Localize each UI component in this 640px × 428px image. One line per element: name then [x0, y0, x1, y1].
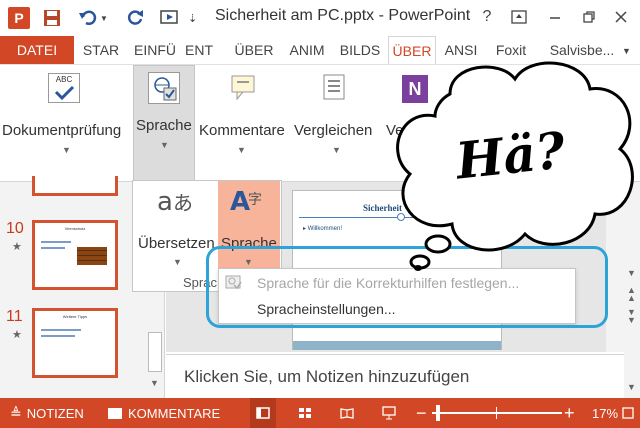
slide-thumbnail-11[interactable]: Weitere Tipps: [32, 308, 118, 378]
zoom-slider-center-mark: [496, 407, 497, 419]
zoom-slider[interactable]: [432, 412, 562, 414]
brick-wall-image: [77, 247, 107, 265]
slide-thumbnail-title: Virenschutz: [64, 226, 86, 231]
tab-start[interactable]: STAR: [78, 36, 124, 64]
redo-icon[interactable]: [124, 6, 148, 30]
slide-sorter-button[interactable]: [294, 398, 316, 428]
slide-thumbnail-9[interactable]: [32, 176, 118, 196]
spelling-check-icon: ABC: [48, 73, 80, 103]
comment-icon: [229, 73, 259, 101]
comment-status-icon: [108, 407, 122, 419]
zoom-in-icon[interactable]: +: [564, 398, 575, 428]
vergleichen-button[interactable]: Vergleichen ▼: [292, 71, 382, 157]
dokumentpruefung-chevron-icon: ▼: [62, 145, 71, 155]
tab-entwurf[interactable]: ENT: [182, 36, 216, 64]
scroll-down-icon[interactable]: ▼: [150, 378, 159, 388]
kommentare-button[interactable]: Kommentare ▼: [197, 71, 289, 157]
reading-view-button[interactable]: [336, 398, 358, 428]
kommentare-status-label: KOMMENTARE: [128, 405, 221, 421]
normal-view-button[interactable]: [250, 398, 276, 428]
undo-icon[interactable]: [76, 6, 100, 30]
fit-slide-icon[interactable]: [622, 398, 634, 428]
notes-scroll-down-icon[interactable]: ▼: [627, 382, 636, 392]
bubble-text: Hä?: [453, 120, 568, 191]
notizen-button[interactable]: ≜ NOTIZEN: [10, 398, 84, 428]
animation-star-icon: ★: [12, 241, 22, 253]
kommentare-status-button[interactable]: KOMMENTARE: [108, 398, 220, 428]
notizen-label: NOTIZEN: [26, 405, 84, 421]
sprache-chevron-icon: ▼: [160, 140, 169, 150]
slide-preview-bullet: ▸ Willkommen!: [303, 226, 343, 232]
animation-star-icon: ★: [12, 329, 22, 341]
sprache-label: Sprache: [136, 117, 192, 134]
status-bar: ≜ NOTIZEN KOMMENTARE − + 17%: [0, 398, 640, 428]
vergleichen-chevron-icon: ▼: [332, 145, 341, 155]
minimize-icon[interactable]: [544, 6, 566, 28]
tab-uebergaenge[interactable]: ÜBER: [232, 36, 276, 64]
notes-pane[interactable]: Klicken Sie, um Notizen hinzuzufügen: [166, 354, 624, 398]
zoom-slider-thumb[interactable]: [436, 405, 440, 421]
notes-placeholder: Klicken Sie, um Notizen hinzuzufügen: [184, 367, 470, 386]
translate-icon: aあ: [157, 187, 193, 217]
vergleichen-label: Vergleichen: [294, 122, 373, 139]
slide-thumbnail-10[interactable]: Virenschutz: [32, 220, 118, 290]
kommentare-label: Kommentare: [199, 122, 285, 139]
powerpoint-logo-icon: P: [8, 7, 30, 29]
kommentare-chevron-icon: ▼: [237, 145, 246, 155]
dokumentpruefung-button[interactable]: ABC Dokumentprüfung ▼: [2, 71, 132, 157]
restore-icon[interactable]: [578, 6, 600, 28]
close-icon[interactable]: [610, 6, 632, 28]
uebersetzen-label: Übersetzen: [138, 235, 215, 252]
tab-einfuegen[interactable]: EINFÜ: [130, 36, 180, 64]
slide-thumbnail-title: Weitere Tipps: [62, 314, 88, 319]
title-bar: P ▼ ⇣ Sicherheit am PC.pptx - PowerPoint…: [0, 0, 640, 36]
sprache-button[interactable]: Sprache ▼: [133, 65, 195, 182]
uebersetzen-chevron-icon: ▼: [173, 257, 182, 267]
language-a-icon: A字: [230, 187, 262, 217]
slide-number: 11: [6, 308, 23, 325]
slideshow-icon[interactable]: [158, 6, 182, 30]
compare-icon: [320, 73, 350, 103]
undo-dropdown-icon[interactable]: ▼: [100, 14, 108, 23]
window-title: Sicherheit am PC.pptx - PowerPoint: [215, 7, 471, 24]
tab-bildschirmpraesentation[interactable]: BILDS: [336, 36, 384, 64]
notes-icon: ≜: [10, 404, 22, 421]
prev-slide-icon[interactable]: ▲ ▲: [627, 286, 636, 303]
next-slide-icon[interactable]: ▼ ▼: [627, 308, 636, 325]
scrollbar-thumb[interactable]: [148, 332, 162, 372]
qat-customize-icon[interactable]: ⇣: [188, 12, 197, 25]
zoom-out-icon[interactable]: −: [416, 398, 427, 428]
thought-bubble: Hä?: [380, 54, 640, 280]
ribbon-display-icon[interactable]: [508, 6, 530, 28]
slide-number: 10: [6, 220, 24, 237]
help-button[interactable]: ?: [476, 6, 498, 28]
tab-datei[interactable]: DATEI: [0, 36, 74, 64]
slideshow-view-button[interactable]: [378, 398, 400, 428]
uebersetzen-button[interactable]: aあ Übersetzen ▼: [135, 185, 217, 267]
language-icon: [148, 72, 180, 104]
zoom-level[interactable]: 17%: [592, 398, 618, 428]
tab-animationen[interactable]: ANIM: [284, 36, 330, 64]
dokumentpruefung-label: Dokumentprüfung: [2, 122, 122, 139]
save-icon[interactable]: [40, 6, 64, 30]
